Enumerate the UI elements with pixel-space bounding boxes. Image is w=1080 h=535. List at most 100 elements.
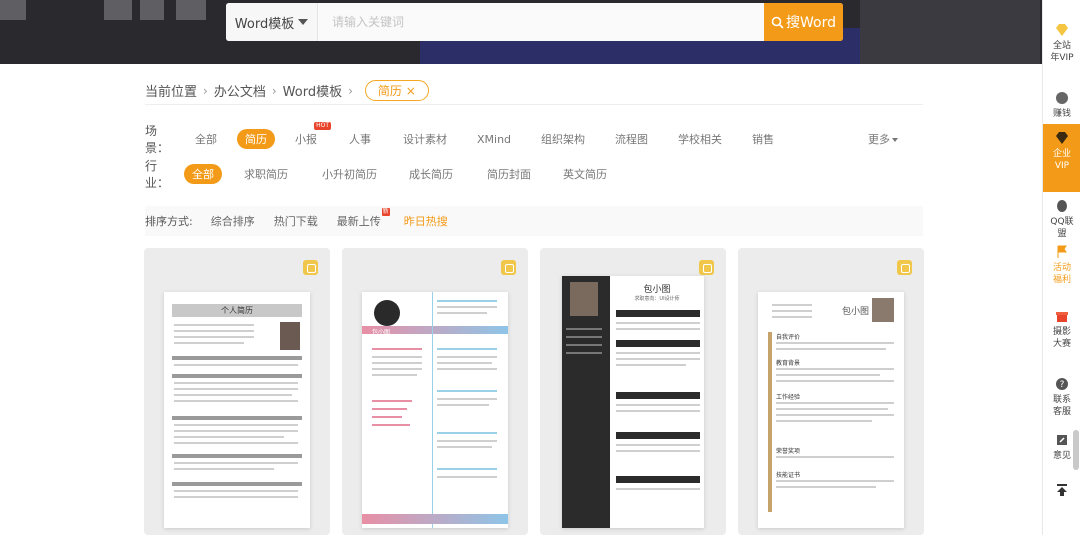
breadcrumb-word-templates[interactable]: Word模板: [283, 81, 342, 100]
template-card[interactable]: 包小图 求职意向：UI设计师: [540, 248, 726, 535]
resume-section: 技能证书: [776, 472, 801, 479]
chevron-right-icon: ›: [271, 83, 277, 98]
template-thumbnail: 包小图 求职意向：UI设计师: [562, 276, 704, 528]
sort-popular-downloads[interactable]: 热门下载: [274, 213, 318, 229]
search-scope-select[interactable]: Word模板: [226, 3, 318, 41]
scene-filter-hr[interactable]: 人事: [349, 131, 371, 147]
avatar: [374, 300, 400, 326]
chevron-right-icon: ›: [203, 83, 208, 98]
arrow-up-icon: [1054, 482, 1070, 498]
sort-bar: 排序方式: 综合排序 热门下载 最新上传新 昨日热搜: [145, 206, 923, 236]
sidebar-item-events[interactable]: 活动福利: [1043, 244, 1080, 286]
search-button-label: 搜Word: [786, 15, 836, 31]
template-thumbnail: 包小图 自我评价 教育背景 工作经验 荣誉奖项 技能证书: [758, 292, 904, 528]
sidebar-item-label: QQ联盟: [1050, 217, 1074, 239]
sidebar-item-qq[interactable]: QQ联盟: [1043, 198, 1080, 240]
flag-icon: [1054, 244, 1070, 260]
resume-name: 包小图: [372, 329, 391, 336]
scene-filter-org-chart[interactable]: 组织架构: [541, 131, 585, 147]
chevron-down-icon: [298, 19, 309, 25]
avatar: [280, 322, 300, 350]
sidebar-item-label: 赚钱: [1052, 109, 1071, 119]
crown-icon: [1054, 130, 1070, 146]
resume-title: 个人简历: [172, 304, 302, 317]
template-thumbnail: 个人简历: [164, 292, 310, 528]
industry-filter-all[interactable]: 全部: [184, 164, 222, 184]
search-button[interactable]: 搜Word: [764, 3, 843, 41]
sidebar-item-label: 活动福利: [1052, 263, 1071, 285]
sidebar-item-label: 企业VIP: [1052, 149, 1071, 171]
scene-filter-school[interactable]: 学校相关: [678, 131, 722, 147]
gift-icon: [1054, 308, 1070, 324]
sidebar-item-annual-vip[interactable]: 全站年VIP: [1043, 22, 1080, 64]
industry-filter-label: 行业：: [145, 159, 170, 190]
scene-filter-newspaper-label: 小报: [295, 133, 317, 146]
scene-filter-more[interactable]: 更多: [868, 131, 899, 147]
industry-filter-junior-resume[interactable]: 小升初简历: [322, 166, 377, 182]
search-bar: Word模板 搜Word: [226, 3, 843, 41]
sort-latest-upload-label: 最新上传: [336, 215, 381, 228]
scene-filter-xmind[interactable]: XMind: [477, 133, 511, 146]
sidebar-item-label: 联系客服: [1052, 395, 1071, 417]
resume-section: 荣誉奖项: [776, 448, 801, 455]
industry-filter-job-resume[interactable]: 求职简历: [244, 166, 288, 182]
sidebar-item-photo-contest[interactable]: 摄影大赛: [1043, 308, 1080, 350]
banner-graphic-right: [860, 0, 1040, 64]
chevron-down-icon: [892, 138, 899, 142]
chevron-right-icon: ›: [348, 83, 353, 98]
edit-icon: [1054, 432, 1070, 448]
help-icon: ?: [1054, 376, 1070, 392]
avatar: [570, 282, 598, 316]
divider: [145, 104, 923, 105]
breadcrumb-current-tag[interactable]: 简历 ×: [364, 80, 429, 101]
back-to-top-button[interactable]: [1043, 482, 1080, 500]
sidebar-item-enterprise-vip[interactable]: 企业VIP: [1043, 124, 1080, 192]
vip-badge-icon: [303, 260, 318, 275]
avatar: [872, 298, 894, 322]
scene-filter-all[interactable]: 全部: [195, 131, 217, 147]
search-icon: [771, 16, 784, 29]
industry-filter-row: 行业： 全部 求职简历 小升初简历 成长简历 简历封面 英文简历: [145, 157, 607, 191]
qq-icon: [1054, 198, 1070, 214]
svg-text:?: ?: [1060, 380, 1065, 390]
scene-filter-resume[interactable]: 简历: [237, 129, 275, 149]
resume-section: 教育背景: [776, 360, 801, 367]
scrollbar-thumb[interactable]: [1073, 430, 1079, 470]
resume-section: 工作经验: [776, 394, 801, 401]
resume-section: 自我评价: [776, 334, 801, 341]
right-sidebar: 全站年VIP 赚钱 企业VIP QQ联盟 活动福利 摄影大赛 ? 联系客服 意见: [1042, 0, 1080, 535]
sidebar-item-earn[interactable]: 赚钱: [1043, 90, 1080, 120]
industry-filter-resume-cover[interactable]: 简历封面: [487, 166, 531, 182]
new-badge: 新: [381, 208, 390, 216]
sort-label: 排序方式:: [145, 215, 193, 228]
template-card[interactable]: 包小图 自我评价 教育背景 工作经验 荣誉奖项 技能证书: [738, 248, 924, 535]
sidebar-item-label: 全站年VIP: [1050, 41, 1074, 63]
sort-latest-upload[interactable]: 最新上传新: [336, 208, 390, 229]
hot-badge: HOT: [314, 122, 331, 130]
top-banner: Word模板 搜Word: [0, 0, 1042, 64]
scene-filter-sales[interactable]: 销售: [752, 131, 774, 147]
coins-icon: [1054, 90, 1070, 106]
search-input[interactable]: [318, 3, 764, 41]
template-card[interactable]: 包小图: [342, 248, 528, 535]
breadcrumb-home: 当前位置: [145, 85, 198, 100]
breadcrumb-office-docs[interactable]: 办公文档: [214, 81, 266, 100]
scene-filter-design[interactable]: 设计素材: [403, 131, 447, 147]
industry-filter-growth-resume[interactable]: 成长简历: [409, 166, 453, 182]
vip-badge-icon: [501, 260, 516, 275]
breadcrumb: 当前位置 › 办公文档 › Word模板 › 简历 ×: [145, 80, 429, 101]
sidebar-item-customer-service[interactable]: ? 联系客服: [1043, 376, 1080, 418]
scene-filter-flowchart[interactable]: 流程图: [615, 131, 648, 147]
template-card[interactable]: 个人简历: [144, 248, 330, 535]
industry-filter-english-resume[interactable]: 英文简历: [563, 166, 607, 182]
sort-yesterday-hot[interactable]: 昨日热搜: [404, 213, 448, 229]
sort-comprehensive[interactable]: 综合排序: [211, 213, 255, 229]
scene-filter-newspaper[interactable]: 小报 HOT: [295, 122, 331, 147]
resume-name: 包小图: [643, 285, 671, 295]
sidebar-item-label: 摄影大赛: [1052, 327, 1071, 349]
scene-filter-row: 场景： 全部 简历 小报 HOT 人事 设计素材 XMind 组织架构 流程图 学…: [145, 122, 899, 156]
diamond-icon: [1054, 22, 1070, 38]
scene-filter-label: 场景：: [145, 124, 170, 155]
resume-subtitle: 求职意向：UI设计师: [634, 296, 680, 302]
vip-badge-icon: [897, 260, 912, 275]
